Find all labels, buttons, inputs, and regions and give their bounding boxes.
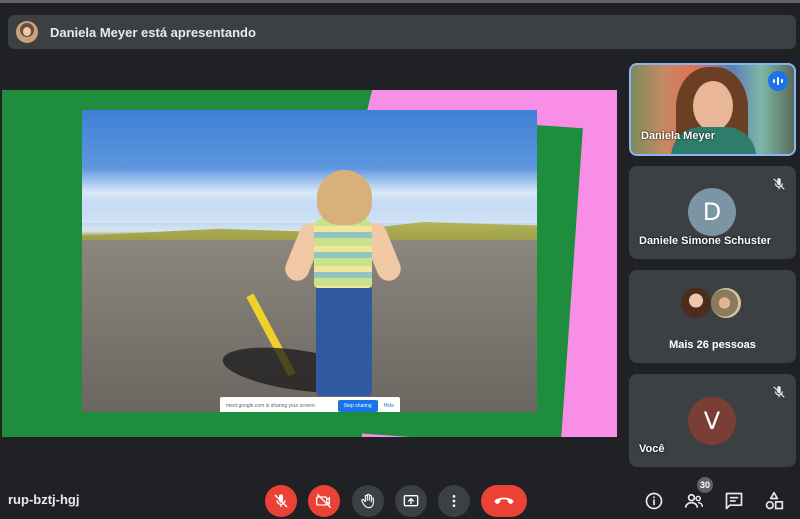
photo-girl-top bbox=[314, 218, 372, 288]
participant-thumbnails bbox=[680, 287, 746, 319]
screen-share-notice-text: meet.google.com is sharing your screen. bbox=[226, 403, 317, 409]
mic-off-icon bbox=[770, 383, 788, 401]
stop-sharing-button[interactable]: Stop sharing bbox=[337, 400, 378, 412]
more-options-button[interactable] bbox=[438, 485, 470, 517]
participant-name: Daniela Meyer bbox=[641, 130, 715, 142]
window-top-border bbox=[0, 0, 800, 3]
participant-tile[interactable]: D Daniele Simone Schuster bbox=[629, 166, 796, 259]
leave-call-button[interactable] bbox=[481, 485, 527, 517]
photo-clouds bbox=[82, 168, 537, 223]
present-now-button[interactable] bbox=[395, 485, 427, 517]
photo-girl-hair bbox=[317, 170, 372, 225]
more-participants-label: Mais 26 pessoas bbox=[669, 339, 756, 351]
presenter-banner-text: Daniela Meyer está apresentando bbox=[50, 24, 256, 40]
activities-button[interactable] bbox=[762, 489, 786, 513]
self-name: Você bbox=[639, 443, 665, 455]
meeting-code: rup-bztj-hgj bbox=[8, 492, 80, 507]
hide-notice-link[interactable]: Hide bbox=[384, 403, 394, 409]
camera-off-icon bbox=[316, 493, 332, 509]
participant-count-badge: 30 bbox=[697, 477, 714, 493]
participant-name: Daniele Simone Schuster bbox=[639, 235, 772, 247]
participant-video-face bbox=[693, 81, 733, 131]
presenter-avatar bbox=[16, 21, 38, 43]
participant-tile-presenter[interactable]: Daniela Meyer bbox=[629, 63, 796, 156]
participant-thumbnail bbox=[710, 287, 742, 319]
photo-girl-jeans bbox=[316, 286, 372, 396]
mic-off-icon bbox=[770, 175, 788, 193]
chat-icon bbox=[724, 491, 744, 511]
screen-share-notice: meet.google.com is sharing your screen. … bbox=[220, 397, 400, 412]
present-screen-icon bbox=[403, 493, 419, 509]
self-tile[interactable]: V Você bbox=[629, 374, 796, 467]
toggle-mic-button[interactable] bbox=[265, 485, 297, 517]
raise-hand-icon bbox=[360, 493, 376, 509]
presenter-banner: Daniela Meyer está apresentando bbox=[8, 15, 796, 49]
participant-avatar: D bbox=[688, 188, 736, 236]
slide-photo: meet.google.com is sharing your screen. … bbox=[82, 110, 537, 412]
raise-hand-button[interactable] bbox=[352, 485, 384, 517]
self-avatar: V bbox=[688, 397, 736, 445]
speaking-indicator-icon bbox=[768, 71, 788, 91]
more-options-icon bbox=[446, 493, 462, 509]
more-participants-tile[interactable]: Mais 26 pessoas bbox=[629, 270, 796, 363]
chat-button[interactable] bbox=[722, 489, 746, 513]
meeting-details-button[interactable] bbox=[642, 489, 666, 513]
toggle-camera-button[interactable] bbox=[308, 485, 340, 517]
people-icon bbox=[684, 491, 704, 511]
end-call-icon bbox=[494, 495, 514, 507]
mic-off-icon bbox=[273, 493, 289, 509]
presentation-stage[interactable]: meet.google.com is sharing your screen. … bbox=[2, 90, 617, 437]
participant-thumbnail bbox=[680, 287, 712, 319]
activities-icon bbox=[764, 491, 784, 511]
info-icon bbox=[644, 491, 664, 511]
